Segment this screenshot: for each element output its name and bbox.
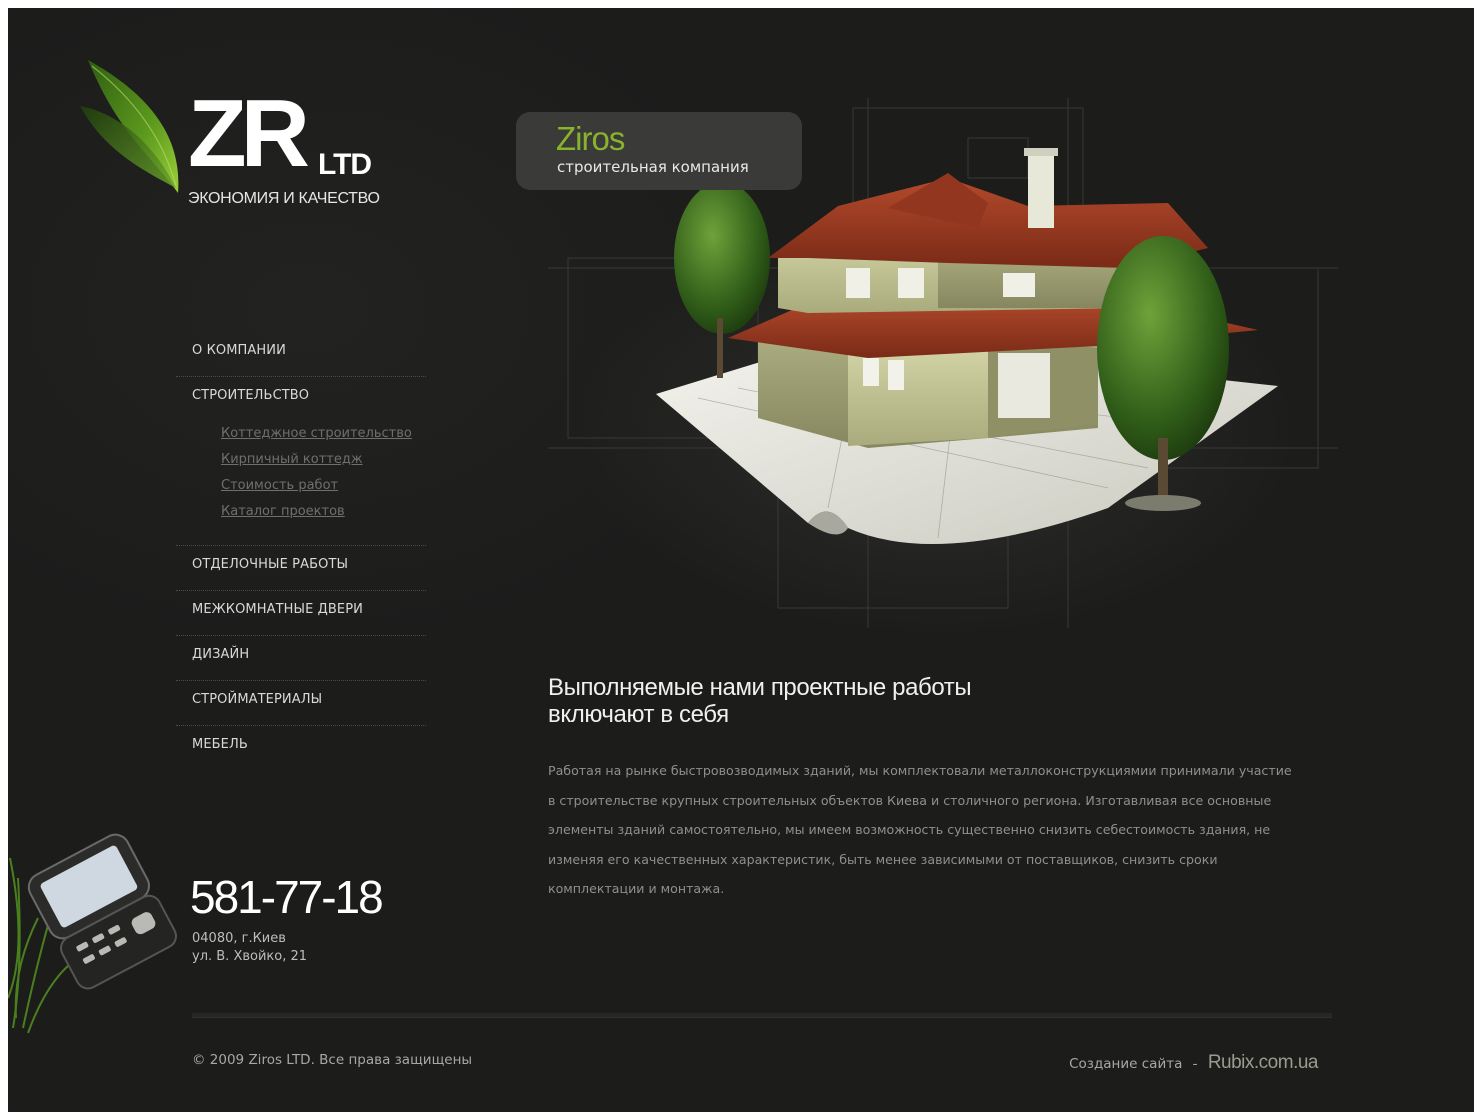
logo[interactable]: ZR LTD ЭКОНОМИЯ И КАЧЕСТВО xyxy=(78,58,398,228)
copyright: © 2009 Ziros LTD. Все права защищены xyxy=(192,1052,473,1068)
subnav-item-brick-cottage[interactable]: Кирпичный коттедж xyxy=(221,447,426,473)
logo-suffix: LTD xyxy=(318,148,372,181)
company-tagline: строительная компания xyxy=(557,158,749,176)
subnav-item-work-cost[interactable]: Стоимость работ xyxy=(221,473,426,499)
logo-slogan: ЭКОНОМИЯ И КАЧЕСТВО xyxy=(188,190,380,207)
construction-submenu: Коттеджное строительство Кирпичный котте… xyxy=(176,421,426,546)
leaf-icon xyxy=(80,60,179,193)
credit-label: Создание сайта xyxy=(1069,1056,1183,1072)
phone-illustration xyxy=(8,833,177,1034)
site-credit: Создание сайта - Rubix.com.ua xyxy=(1069,1052,1318,1074)
subnav-item-project-catalog[interactable]: Каталог проектов xyxy=(221,499,426,525)
content-body: Работая на рынке быстровозводимых зданий… xyxy=(548,756,1348,904)
company-name: Ziros xyxy=(556,120,625,157)
phone-number[interactable]: 581-77-18 xyxy=(190,870,384,924)
body-line: изменяя его качественных характеристик, … xyxy=(548,851,1218,867)
nav-item-construction[interactable]: СТРОИТЕЛЬСТВО xyxy=(176,377,426,421)
main-navigation: О КОМПАНИИ СТРОИТЕЛЬСТВО Коттеджное стро… xyxy=(176,332,426,770)
address-line-1: 04080, г.Киев xyxy=(192,931,286,946)
body-line: в строительстве крупных строительных объ… xyxy=(548,792,1272,808)
nav-item-about[interactable]: О КОМПАНИИ xyxy=(176,332,426,377)
nav-item-doors[interactable]: МЕЖКОМНАТНЫЕ ДВЕРИ xyxy=(176,591,426,636)
nav-item-finishing[interactable]: ОТДЕЛОЧНЫЕ РАБОТЫ xyxy=(176,546,426,591)
address: 04080, г.Киев ул. В. Хвойко, 21 xyxy=(192,930,307,966)
hero-banner: Ziros строительная компания xyxy=(508,68,1368,648)
address-line-2: ул. В. Хвойко, 21 xyxy=(192,949,308,964)
subnav-item-cottage-construction[interactable]: Коттеджное строительство xyxy=(221,421,426,447)
nav-item-design[interactable]: ДИЗАЙН xyxy=(176,636,426,681)
body-line: элементы зданий самостоятельно, мы имеем… xyxy=(548,822,1271,838)
nav-item-materials[interactable]: СТРОЙМАТЕРИАЛЫ xyxy=(176,681,426,726)
body-line: комплектации и монтажа. xyxy=(548,881,725,897)
credit-separator: - xyxy=(1192,1056,1198,1072)
footer-divider xyxy=(192,1013,1332,1018)
content-headline: Выполняемые нами проектные работы включа… xyxy=(548,674,1048,728)
page-frame: ZR LTD ЭКОНОМИЯ И КАЧЕСТВО О КОМПАНИИ СТ… xyxy=(8,8,1474,1112)
body-line: Работая на рынке быстровозводимых зданий… xyxy=(548,763,1292,778)
credit-link[interactable]: Rubix.com.ua xyxy=(1208,1052,1319,1073)
nav-item-furniture[interactable]: МЕБЕЛЬ xyxy=(176,726,426,770)
logo-mark: ZR xyxy=(188,80,310,187)
headline-line-1: Выполняемые нами проектные работы xyxy=(548,674,972,701)
company-badge: Ziros строительная компания xyxy=(516,112,802,190)
headline-line-2: включают в себя xyxy=(548,701,729,728)
